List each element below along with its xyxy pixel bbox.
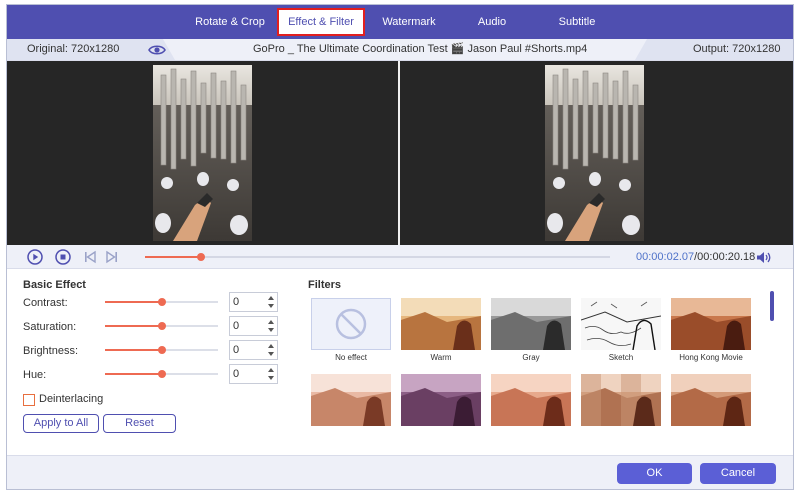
timeline-progress [145, 256, 201, 258]
timeline-handle[interactable] [196, 253, 205, 261]
contrast-slider-fill [105, 301, 162, 303]
saturation-slider-fill [105, 325, 162, 327]
brightness-label: Brightness: [23, 345, 79, 357]
timeline-slider[interactable] [145, 253, 610, 261]
tab-effect-filter[interactable]: Effect & Filter [277, 8, 365, 36]
brightness-down-arrow-icon[interactable] [268, 352, 274, 356]
tab-audio[interactable]: Audio [467, 5, 517, 39]
info-bar: Original: 720x1280 GoPro _ The Ultimate … [7, 39, 793, 61]
saturation-stepper[interactable]: 0 [229, 316, 278, 336]
hue-down-arrow-icon[interactable] [268, 376, 274, 380]
video-preview [7, 61, 793, 245]
filter-label-warm: Warm [430, 353, 452, 362]
contrast-up-arrow-icon[interactable] [268, 296, 274, 300]
no-effect-icon [335, 308, 367, 340]
hue-slider-fill [105, 373, 162, 375]
filter-9-thumbnail [581, 374, 661, 426]
filter-label-no-effect: No effect [335, 353, 367, 362]
brightness-slider[interactable] [105, 346, 218, 354]
next-frame-icon[interactable] [104, 249, 120, 265]
filter-sketch-thumbnail [581, 298, 661, 350]
deinterlacing-checkbox[interactable] [23, 394, 35, 406]
tab-subtitle[interactable]: Subtitle [547, 5, 607, 39]
tab-watermark[interactable]: Watermark [373, 5, 445, 39]
filter-no-effect[interactable] [311, 298, 391, 350]
deinterlacing-label: Deinterlacing [39, 393, 104, 405]
contrast-slider[interactable] [105, 298, 218, 306]
hue-slider-handle[interactable] [157, 370, 166, 378]
video-editor-window: Rotate & Crop Effect & Filter Watermark … [6, 4, 794, 490]
current-time: 00:00:02.07 [636, 251, 695, 263]
stop-icon[interactable] [55, 249, 71, 265]
filter-gray[interactable] [491, 298, 571, 350]
filter-label-sketch: Sketch [608, 353, 634, 362]
hue-up-arrow-icon[interactable] [268, 368, 274, 372]
hue-label: Hue: [23, 369, 47, 381]
brightness-stepper[interactable]: 0 [229, 340, 278, 360]
filter-warm[interactable] [401, 298, 481, 350]
contrast-label: Contrast: [23, 297, 68, 309]
saturation-down-arrow-icon[interactable] [268, 328, 274, 332]
filter-8-thumbnail [491, 374, 571, 426]
filter-label-hong-kong-movie: Hong Kong Movie [679, 353, 743, 362]
apply-to-all-button[interactable]: Apply to All [23, 414, 99, 433]
filter-10-thumbnail [671, 374, 751, 426]
filter-6-thumbnail [311, 374, 391, 426]
preview-divider [398, 61, 400, 245]
contrast-down-arrow-icon[interactable] [268, 304, 274, 308]
saturation-slider[interactable] [105, 322, 218, 330]
time-display: 00:00:02.07/00:00:20.18 [636, 245, 755, 269]
output-resolution: Output: 720x1280 [693, 43, 781, 55]
tab-bar: Rotate & Crop Effect & Filter Watermark … [7, 5, 793, 39]
filter-label-gray: Gray [522, 353, 540, 362]
reset-button[interactable]: Reset [103, 414, 176, 433]
filter-gray-thumbnail [491, 298, 571, 350]
filter-sketch[interactable] [581, 298, 661, 350]
total-time: /00:00:20.18 [694, 251, 756, 263]
output-preview-frame [545, 65, 644, 241]
original-preview-frame [153, 65, 252, 241]
ok-button[interactable]: OK [617, 463, 692, 484]
hue-slider[interactable] [105, 370, 218, 378]
filter-item-6[interactable] [311, 374, 391, 426]
eye-icon[interactable] [148, 44, 166, 56]
brightness-up-arrow-icon[interactable] [268, 344, 274, 348]
filter-hong-kong-movie[interactable] [671, 298, 751, 350]
playback-bar: 00:00:02.07/00:00:20.18 [7, 245, 793, 269]
filter-warm-thumbnail [401, 298, 481, 350]
filters-title: Filters [308, 279, 342, 291]
contrast-value: 0 [233, 296, 240, 308]
dialog-footer: OK Cancel [7, 455, 793, 489]
previous-frame-icon[interactable] [82, 249, 98, 265]
original-resolution: Original: 720x1280 [27, 43, 120, 55]
filter-item-7[interactable] [401, 374, 481, 426]
filter-hong-kong-movie-thumbnail [671, 298, 751, 350]
tab-rotate-crop[interactable]: Rotate & Crop [185, 5, 275, 39]
brightness-slider-fill [105, 349, 162, 351]
filter-item-10[interactable] [671, 374, 751, 426]
saturation-label: Saturation: [23, 321, 77, 333]
filter-item-8[interactable] [491, 374, 571, 426]
basic-effect-title: Basic Effect [23, 279, 86, 291]
brightness-slider-handle[interactable] [157, 346, 166, 354]
saturation-value: 0 [233, 320, 240, 332]
contrast-slider-handle[interactable] [157, 298, 166, 306]
brightness-value: 0 [233, 344, 240, 356]
play-icon[interactable] [27, 249, 43, 265]
contrast-stepper[interactable]: 0 [229, 292, 278, 312]
hue-stepper[interactable]: 0 [229, 364, 278, 384]
saturation-up-arrow-icon[interactable] [268, 320, 274, 324]
filter-7-thumbnail [401, 374, 481, 426]
volume-icon[interactable] [756, 251, 772, 264]
filters-scrollbar-thumb[interactable] [770, 291, 774, 321]
cancel-button[interactable]: Cancel [700, 463, 776, 484]
filter-item-9[interactable] [581, 374, 661, 426]
saturation-slider-handle[interactable] [157, 322, 166, 330]
hue-value: 0 [233, 368, 240, 380]
video-filename: GoPro _ The Ultimate Coordination Test 🎬… [253, 43, 588, 55]
